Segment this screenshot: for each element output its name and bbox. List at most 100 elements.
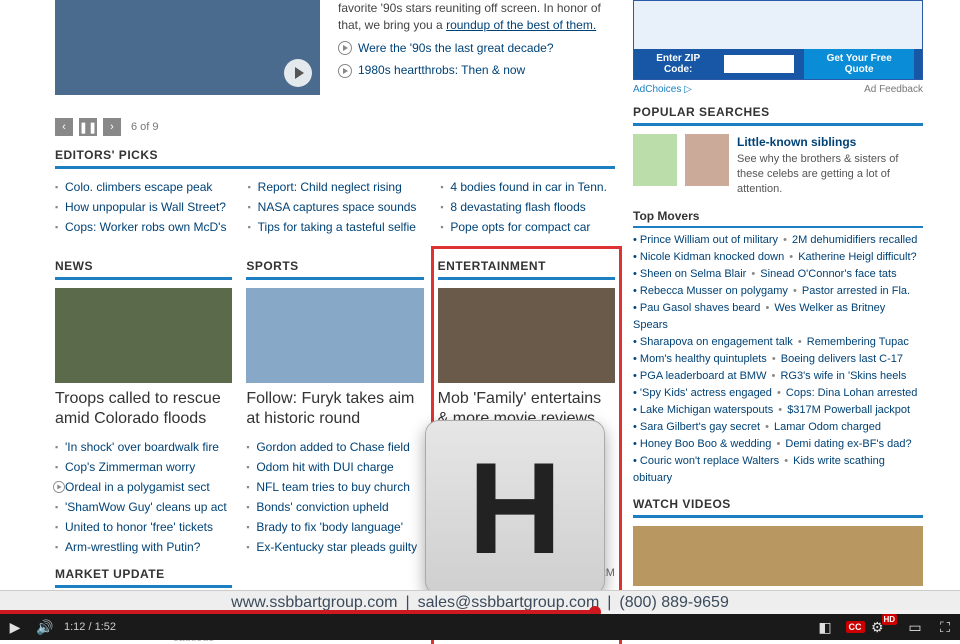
footer-phone: (800) 889-9659 xyxy=(619,594,728,612)
news-link[interactable]: 'ShamWow Guy' cleans up act xyxy=(65,500,227,514)
play-icon xyxy=(338,64,352,78)
popular-title[interactable]: Little-known siblings xyxy=(737,134,923,150)
ed-link[interactable]: Cops: Worker robs own McD's xyxy=(65,220,226,234)
news-lead[interactable]: Troops called to rescue amid Colorado fl… xyxy=(55,389,232,429)
mover-link[interactable]: Cops: Dina Lohan arrested xyxy=(786,387,917,399)
slider-controls: ‹ ❚❚ › 6 of 9 xyxy=(55,118,615,136)
editors-picks-header: EDITORS' PICKS xyxy=(55,148,615,169)
yt-theater-button[interactable]: ▭ xyxy=(900,614,930,640)
quote-button[interactable]: Get Your Free Quote xyxy=(804,49,914,79)
mover-link[interactable]: RG3's wife in 'Skins heels xyxy=(780,370,906,382)
mover-link[interactable]: Honey Boo Boo & wedding xyxy=(640,438,771,450)
market-header: MARKET UPDATE xyxy=(55,567,232,588)
mover-link[interactable]: Pau Gasol shaves beard xyxy=(640,302,760,314)
top-movers-header: Top Movers xyxy=(633,209,923,228)
play-icon[interactable] xyxy=(284,59,312,87)
hero-text: favorite '90s stars reuniting off screen… xyxy=(338,0,615,110)
next-button[interactable]: › xyxy=(103,118,121,136)
ed-link[interactable]: Report: Child neglect rising xyxy=(258,180,402,194)
video-thumb[interactable] xyxy=(633,526,923,586)
editors-col-3: 4 bodies found in car in Tenn. 8 devasta… xyxy=(440,177,615,237)
mover-link[interactable]: Demi dating ex-BF's dad? xyxy=(785,438,911,450)
play-icon xyxy=(53,481,65,493)
mover-link[interactable]: Sara Gilbert's gay secret xyxy=(640,421,760,433)
zip-label: Enter ZIP Code: xyxy=(642,53,714,75)
ad-feedback-link[interactable]: Ad Feedback xyxy=(864,84,923,95)
mover-link[interactable]: Nicole Kidman knocked down xyxy=(640,251,784,263)
pause-button[interactable]: ❚❚ xyxy=(79,118,97,136)
slide-counter: 6 of 9 xyxy=(131,121,159,133)
yt-play-button[interactable]: ▶ xyxy=(0,614,30,640)
yt-volume-button[interactable]: 🔊 xyxy=(30,614,60,640)
news-thumb[interactable] xyxy=(55,288,232,383)
sports-lead[interactable]: Follow: Furyk takes aim at historic roun… xyxy=(246,389,423,429)
mover-link[interactable]: Remembering Tupac xyxy=(807,336,909,348)
editors-col-1: Colo. climbers escape peak How unpopular… xyxy=(55,177,230,237)
yt-fullscreen-button[interactable]: ⛶ xyxy=(930,614,960,640)
news-link[interactable]: Ordeal in a polygamist sect xyxy=(65,480,210,494)
yt-watch-later-button[interactable]: ◧ xyxy=(810,614,840,640)
news-column: NEWS Troops called to rescue amid Colora… xyxy=(55,253,232,644)
video-controls: ▶ 🔊 1:12 / 1:52 ◧ CC ⚙HD ▭ ⛶ xyxy=(0,614,960,640)
ed-link[interactable]: 4 bodies found in car in Tenn. xyxy=(450,180,607,194)
mover-link[interactable]: Mom's healthy quintuplets xyxy=(640,353,767,365)
mover-link[interactable]: Lamar Odom charged xyxy=(774,421,881,433)
hero-image[interactable] xyxy=(55,0,320,95)
footer-url: www.ssbbartgroup.com xyxy=(231,594,397,612)
editors-col-2: Report: Child neglect rising NASA captur… xyxy=(248,177,423,237)
news-link[interactable]: Arm-wrestling with Putin? xyxy=(65,540,200,554)
ed-link[interactable]: Tips for taking a tasteful selfie xyxy=(258,220,416,234)
sports-link[interactable]: Brady to fix 'body language' xyxy=(256,520,403,534)
top-movers-list: • Prince William out of military • 2M de… xyxy=(633,232,923,488)
news-link[interactable]: 'In shock' over boardwalk fire xyxy=(65,440,219,454)
mover-link[interactable]: Pastor arrested in Fla. xyxy=(802,285,910,297)
celeb-thumb-2[interactable] xyxy=(685,134,729,186)
ent-thumb[interactable] xyxy=(438,288,615,383)
adchoices-link[interactable]: AdChoices ▷ xyxy=(633,84,692,95)
ent-header: ENTERTAINMENT xyxy=(438,259,615,280)
hero-link[interactable]: roundup of the best of them. xyxy=(446,18,596,32)
mover-link[interactable]: Couric won't replace Walters xyxy=(640,455,779,467)
mover-link[interactable]: Sheen on Selma Blair xyxy=(640,268,746,280)
key-overlay: H xyxy=(425,420,605,595)
ed-link[interactable]: Pope opts for compact car xyxy=(450,220,590,234)
sports-link[interactable]: Bonds' conviction upheld xyxy=(256,500,388,514)
prev-button[interactable]: ‹ xyxy=(55,118,73,136)
zip-input[interactable] xyxy=(724,55,794,73)
popular-blurb: See why the brothers & sisters of these … xyxy=(737,153,898,195)
play-icon xyxy=(338,41,352,55)
mover-link[interactable]: Lake Michigan waterspouts xyxy=(640,404,773,416)
mover-link[interactable]: $317M Powerball jackpot xyxy=(787,404,910,416)
yt-settings-button[interactable]: ⚙HD xyxy=(870,614,900,640)
sports-column: SPORTS Follow: Furyk takes aim at histor… xyxy=(246,253,423,644)
yt-cc-button[interactable]: CC xyxy=(840,614,870,640)
celeb-thumb-1[interactable] xyxy=(633,134,677,186)
ed-link[interactable]: Colo. climbers escape peak xyxy=(65,180,212,194)
ed-link[interactable]: How unpopular is Wall Street? xyxy=(65,200,226,214)
footer-email: sales@ssbbartgroup.com xyxy=(418,594,600,612)
news-link[interactable]: United to honor 'free' tickets xyxy=(65,520,213,534)
sports-link[interactable]: Odom hit with DUI charge xyxy=(256,460,393,474)
mover-link[interactable]: Katherine Heigl difficult? xyxy=(798,251,916,263)
sports-link[interactable]: NFL team tries to buy church xyxy=(256,480,410,494)
mover-link[interactable]: PGA leaderboard at BMW xyxy=(640,370,767,382)
mover-link[interactable]: Prince William out of military xyxy=(640,234,778,246)
sports-thumb[interactable] xyxy=(246,288,423,383)
mover-link[interactable]: Boeing delivers last C-17 xyxy=(781,353,903,365)
ed-link[interactable]: 8 devastating flash floods xyxy=(450,200,585,214)
popular-searches-header: POPULAR SEARCHES xyxy=(633,105,923,126)
hero-sublink-2[interactable]: 1980s heartthrobs: Then & now xyxy=(338,62,615,79)
hero-sublink-1[interactable]: Were the '90s the last great decade? xyxy=(338,40,615,57)
mover-link[interactable]: 2M dehumidifiers recalled xyxy=(792,234,917,246)
mover-link[interactable]: Sinead O'Connor's face tats xyxy=(760,268,896,280)
ed-link[interactable]: NASA captures space sounds xyxy=(258,200,417,214)
sports-link[interactable]: Gordon added to Chase field xyxy=(256,440,409,454)
yt-time: 1:12 / 1:52 xyxy=(64,621,116,633)
mover-link[interactable]: Sharapova on engagement talk xyxy=(640,336,793,348)
news-link[interactable]: Cop's Zimmerman worry xyxy=(65,460,195,474)
mover-link[interactable]: 'Spy Kids' actress engaged xyxy=(640,387,772,399)
ad-banner[interactable]: Enter ZIP Code: Get Your Free Quote xyxy=(633,0,923,80)
sports-link[interactable]: Ex-Kentucky star pleads guilty xyxy=(256,540,417,554)
watch-videos-header: WATCH VIDEOS xyxy=(633,497,923,518)
mover-link[interactable]: Rebecca Musser on polygamy xyxy=(640,285,788,297)
